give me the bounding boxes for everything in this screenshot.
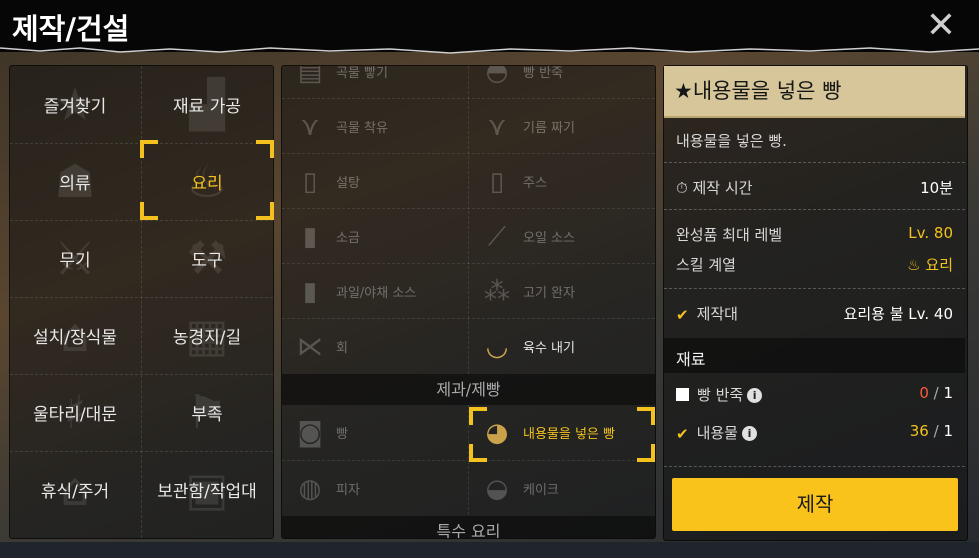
- pizza-icon: ◍: [298, 473, 322, 504]
- recipe-item-grain-milling[interactable]: ▤ 곡물 빻기: [282, 65, 468, 99]
- materials-header: 재료: [664, 338, 965, 373]
- bottom-edge: [0, 542, 979, 558]
- recipe-item-oil-sauce[interactable]: ⟋ 오일 소스: [469, 209, 655, 264]
- fish-icon: ⋉: [297, 331, 323, 362]
- recipe-item-salt[interactable]: ▮ 소금: [282, 209, 468, 264]
- torn-edge-divider: [0, 46, 979, 54]
- category-label: 즐겨찾기: [43, 97, 107, 117]
- category-label: 요리: [191, 174, 223, 194]
- recipe-item-fruit-sauce[interactable]: ▮ 과일/야채 소스: [282, 264, 468, 319]
- recipe-item-bread-dough[interactable]: ◓ 빵 반죽: [469, 65, 655, 99]
- recipe-item-grain-oil[interactable]: ⋎ 곡물 착유: [282, 99, 468, 154]
- juice-glass-icon: ▯: [489, 166, 505, 197]
- info-icon[interactable]: i: [747, 388, 763, 403]
- category-label: 의류: [59, 174, 91, 194]
- recipe-label: 빵 반죽: [523, 66, 564, 81]
- recipe-item-sugar[interactable]: ▯ 설탕: [282, 154, 468, 209]
- meatball-icon: ⁂: [484, 276, 510, 307]
- info-icon[interactable]: i: [741, 426, 757, 441]
- recipe-item-oil-pressing[interactable]: ⋎ 기름 짜기: [469, 99, 655, 154]
- recipe-label: 오일 소스: [523, 231, 575, 246]
- recipe-item-stuffed-bread[interactable]: ◕ 내용물을 넣은 빵: [469, 405, 655, 460]
- dough-icon: ◓: [485, 65, 509, 87]
- title-bar: 제작/건설 ✕: [0, 0, 979, 52]
- recipe-item-juice[interactable]: ▯ 주스: [469, 154, 655, 209]
- press-icon: ⋎: [300, 111, 320, 142]
- recipe-item-cake[interactable]: ◒ 케이크: [469, 461, 655, 516]
- stuffed-bread-icon: ◕: [485, 417, 509, 448]
- recipe-item-bread[interactable]: ◙ 빵: [282, 405, 468, 460]
- category-label: 농경지/길: [172, 328, 242, 348]
- category-tribe[interactable]: ⚑ 부족: [142, 374, 272, 451]
- category-housing[interactable]: ⌂ 휴식/주거: [10, 451, 140, 528]
- category-label: 부족: [191, 405, 223, 425]
- recipe-item-meatball[interactable]: ⁂ 고기 완자: [469, 264, 655, 319]
- category-weapons[interactable]: ⚔ 무기: [10, 220, 140, 297]
- unchecked-box-icon: [676, 388, 689, 401]
- recipe-item-broth[interactable]: ◡ 육수 내기: [469, 319, 655, 374]
- recipe-item-sashimi[interactable]: ⋉ 회: [282, 319, 468, 374]
- stopwatch-icon: ⏱: [676, 179, 688, 197]
- sugar-jar-icon: ▯: [302, 166, 318, 197]
- category-panel: ★ 즐겨찾기 ▟ 재료 가공 ☗ 의류 ♨ 요리 ⚔ 무기 ⚒ 도구 ⌂ 설치/…: [9, 65, 274, 539]
- recipe-title-bar: ★내용물을 넣은 빵: [664, 66, 965, 118]
- recipe-label: 곡물 착유: [336, 121, 388, 136]
- category-label: 무기: [59, 251, 91, 271]
- max-level-value: Lv. 80: [908, 224, 953, 242]
- category-furniture[interactable]: ⌂ 설치/장식물: [10, 297, 140, 374]
- cake-icon: ◒: [485, 473, 509, 504]
- recipe-label: 육수 내기: [523, 341, 575, 356]
- recipe-label: 소금: [336, 231, 360, 246]
- window-title: 제작/건설: [12, 12, 130, 46]
- cooking-skill-icon: ♨: [907, 256, 921, 274]
- recipe-label: 과일/야채 소스: [336, 286, 417, 301]
- category-storage[interactable]: ▣ 보관함/작업대: [142, 451, 272, 528]
- category-label: 보관함/작업대: [157, 482, 257, 502]
- pot-icon: ◡: [485, 331, 509, 362]
- recipe-label: 회: [336, 341, 348, 356]
- recipe-label: 빵: [336, 427, 348, 442]
- recipe-list[interactable]: ▤ 곡물 빻기 ◓ 빵 반죽 ⋎ 곡물 착유 ⋎ 기름 짜기 ▯ 설탕 ▯ 주스…: [281, 65, 656, 539]
- sauce-jar-icon: ▮: [302, 276, 318, 307]
- recipe-label: 기름 짜기: [523, 121, 575, 136]
- recipe-label: 곡물 빻기: [336, 66, 388, 81]
- category-label: 휴식/주거: [40, 482, 110, 502]
- bread-loaf-icon: ◙: [297, 417, 323, 448]
- category-label: 울타리/대문: [33, 405, 117, 425]
- check-icon: ✔: [676, 306, 689, 324]
- category-label: 도구: [191, 251, 223, 271]
- recipe-title: ★내용물을 넣은 빵: [674, 79, 842, 103]
- craft-button[interactable]: 제작: [672, 478, 958, 531]
- category-tools[interactable]: ⚒ 도구: [142, 220, 272, 297]
- recipe-label: 고기 완자: [523, 286, 575, 301]
- recipe-detail-panel: ★내용물을 넣은 빵 내용물을 넣은 빵. ⏱ 제작 시간 10분 완성품 최대…: [663, 65, 968, 541]
- recipe-label: 설탕: [336, 176, 360, 191]
- close-icon[interactable]: ✕: [921, 6, 961, 46]
- recipe-label: 주스: [523, 176, 547, 191]
- category-favorites[interactable]: ★ 즐겨찾기: [10, 66, 140, 143]
- category-label: 설치/장식물: [33, 328, 117, 348]
- category-clothing[interactable]: ☗ 의류: [10, 143, 140, 220]
- category-fences[interactable]: ♯ 울타리/대문: [10, 374, 140, 451]
- recipe-label: 케이크: [523, 483, 559, 498]
- craft-time-value: 10분: [920, 179, 953, 197]
- recipe-item-pizza[interactable]: ◍ 피자: [282, 461, 468, 516]
- section-header-special: 특수 요리: [282, 516, 655, 538]
- category-cooking[interactable]: ♨ 요리: [142, 143, 272, 220]
- section-header-baking: 제과/제빵: [282, 374, 655, 405]
- grinder-icon: ▤: [297, 65, 323, 87]
- oil-bottle-icon: ⟋: [487, 221, 507, 252]
- oil-press-icon: ⋎: [487, 111, 507, 142]
- recipe-label: 피자: [336, 483, 360, 498]
- salt-icon: ▮: [302, 221, 318, 252]
- category-material-processing[interactable]: ▟ 재료 가공: [142, 66, 272, 143]
- recipe-label: 내용물을 넣은 빵: [523, 427, 615, 442]
- workstation-value: 요리용 불 Lv. 40: [843, 305, 953, 323]
- category-label: 재료 가공: [173, 97, 241, 117]
- category-farmland[interactable]: ▦ 농경지/길: [142, 297, 272, 374]
- check-icon: ✔: [676, 425, 689, 443]
